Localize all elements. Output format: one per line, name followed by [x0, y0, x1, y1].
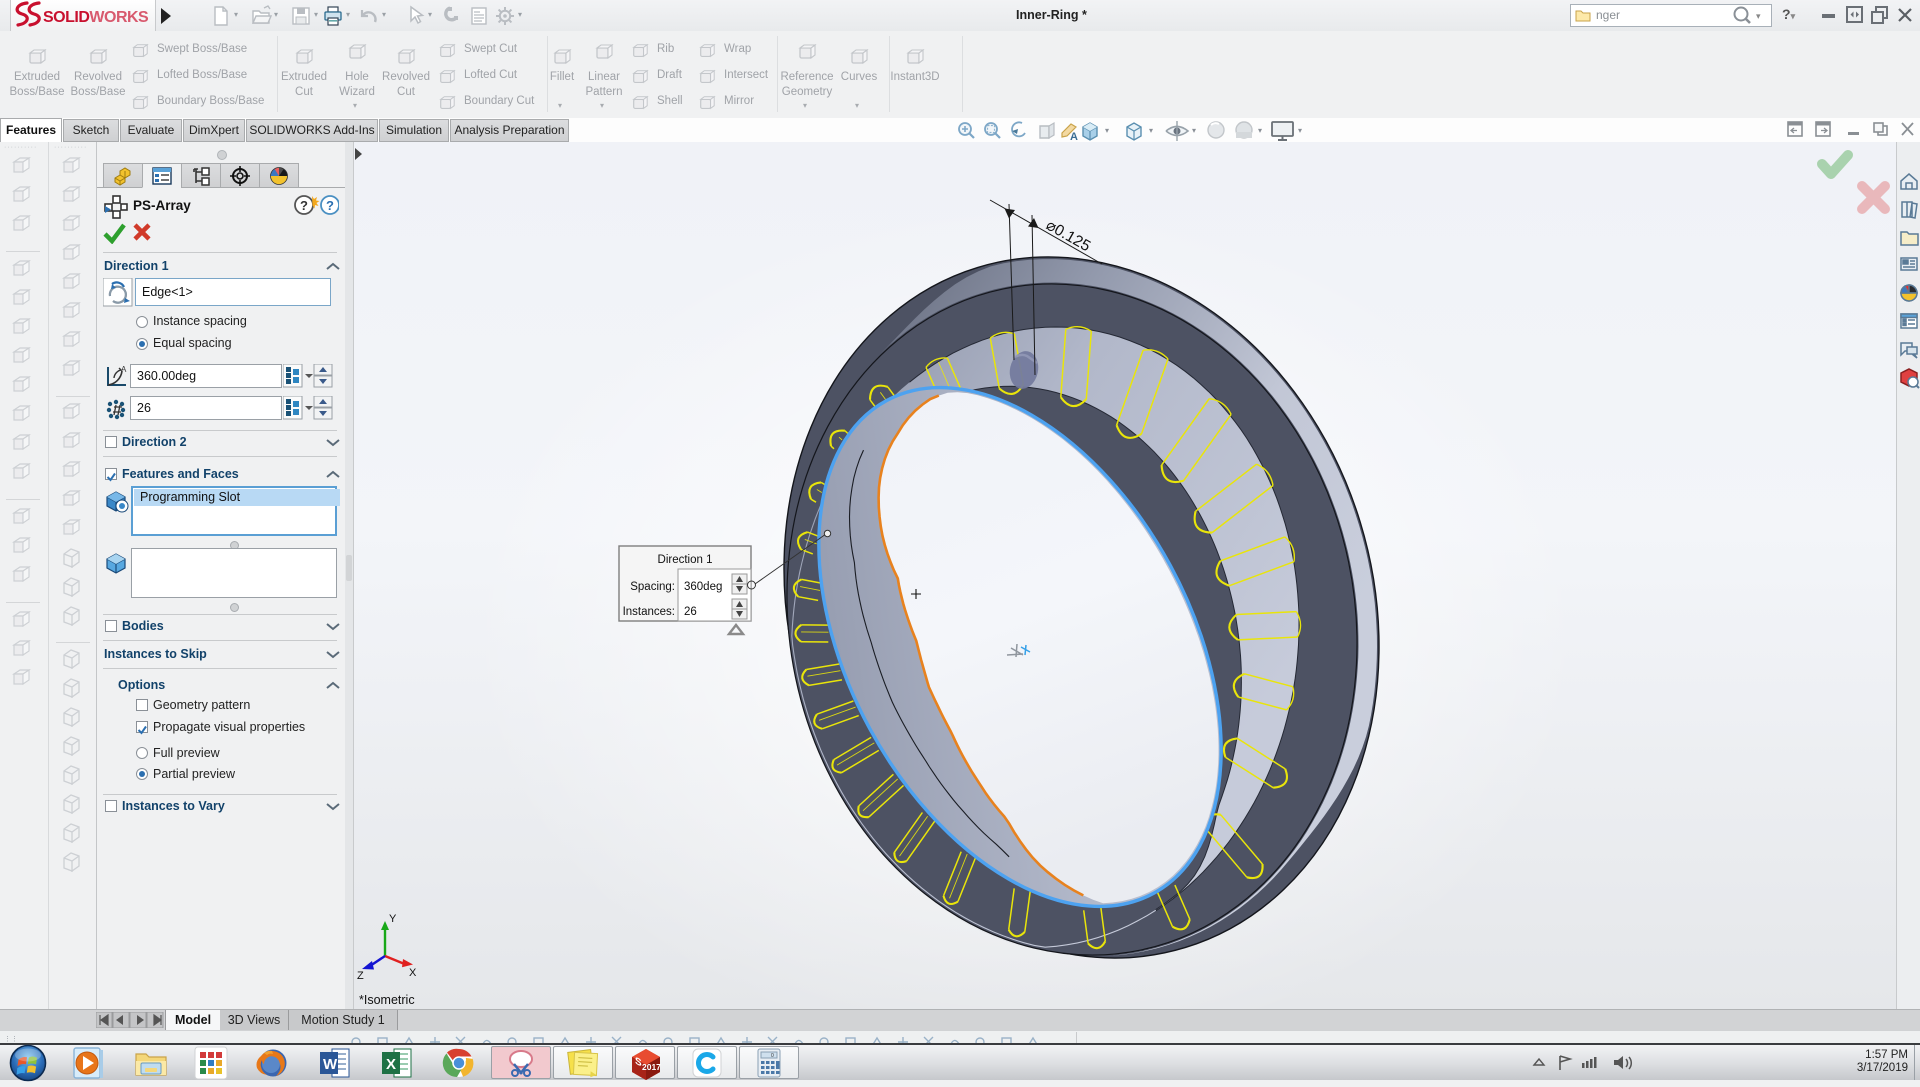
- svg-text:?: ?: [300, 198, 308, 213]
- svg-text:X: X: [409, 967, 417, 979]
- svg-text:A: A: [1070, 131, 1078, 143]
- svg-text:360deg: 360deg: [684, 581, 722, 593]
- svg-text:*Isometric: *Isometric: [359, 993, 415, 1007]
- svg-text:?: ?: [326, 198, 334, 213]
- svg-text:0: 0: [771, 1053, 774, 1059]
- svg-text:SOLIDWORKS: SOLIDWORKS: [43, 9, 149, 26]
- svg-text:X: X: [386, 1056, 396, 1073]
- svg-text:Spacing:: Spacing:: [630, 581, 675, 593]
- svg-text:2017: 2017: [642, 1062, 661, 1072]
- svg-text:Instances:: Instances:: [623, 606, 675, 618]
- svg-text:▾: ▾: [1756, 11, 1761, 21]
- svg-text:W: W: [323, 1056, 338, 1073]
- svg-text:Y: Y: [389, 913, 397, 925]
- svg-text:Direction 1: Direction 1: [658, 554, 713, 566]
- svg-text:A: A: [121, 365, 127, 374]
- svg-text:26: 26: [684, 606, 697, 618]
- svg-text:Z: Z: [357, 970, 364, 982]
